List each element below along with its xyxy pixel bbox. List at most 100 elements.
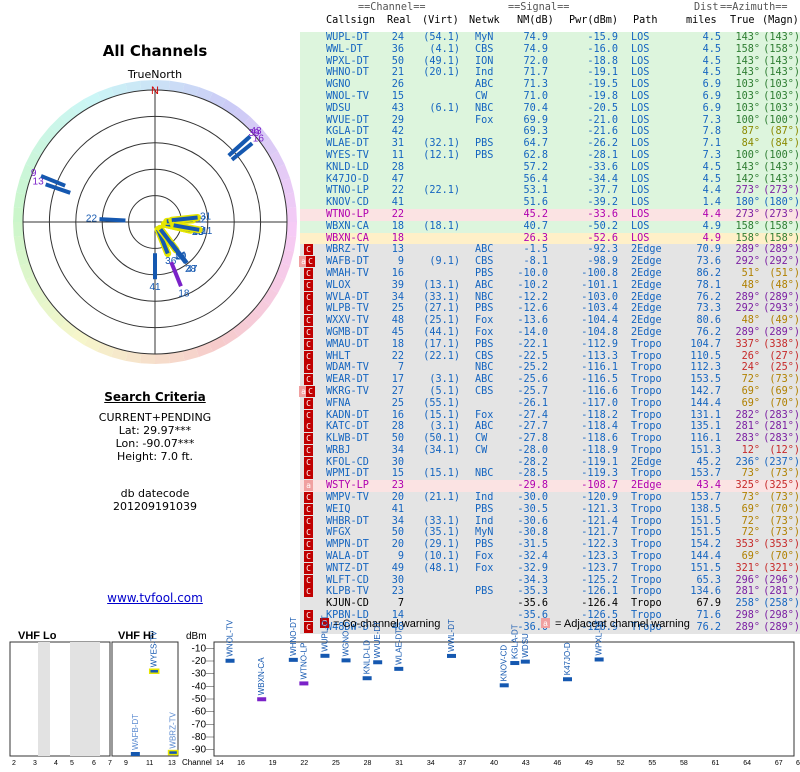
- table-row[interactable]: C WALA-DT 9 (10.1) Fox -32.4 -123.3 Tropo 144.4 6…: [300, 551, 800, 563]
- table-row[interactable]: C WMPN-DT 20 (29.1) PBS -31.5 -122.3 Tropo 154.2…: [300, 539, 800, 552]
- noise-margin-cell: -12.6: [517, 303, 548, 315]
- table-row[interactable]: C KLPB-TV 23 PBS -35.3 -126.1 Tropo 134.6 281° (2…: [300, 586, 800, 599]
- azimuth-magn-cell: (281°): [763, 421, 800, 433]
- network-cell: Fox: [475, 315, 494, 327]
- distance-cell: 73.3: [696, 303, 721, 315]
- callsign-cell: KATC-DT: [326, 421, 369, 433]
- cochannel-warning-icon: C: [304, 362, 313, 374]
- network-cell: Fox: [475, 114, 494, 126]
- noise-margin-cell: 74.9: [523, 32, 548, 43]
- azimuth-true-cell: 281°: [735, 421, 760, 433]
- table-row[interactable]: C KLWB-DT 50 (50.1) CW -27.8 -118.6 Tropo 116.1 2…: [300, 433, 800, 445]
- table-row[interactable]: C WFGX 50 (35.1) MyN -30.8 -121.7 Tropo 151.5 72°…: [300, 527, 800, 540]
- table-row[interactable]: C WLOX 39 (13.1) ABC -10.2 -101.1 2Edge 78.1 48° (…: [300, 279, 800, 292]
- azimuth-true-cell: 69°: [741, 397, 760, 409]
- table-row[interactable]: WHNO-DT 21 (20.1) Ind 71.7 -19.1 LOS 4.5 143° (14…: [300, 67, 800, 80]
- table-row[interactable]: WLAE-DT 31 (32.1) PBS 64.7 -26.2 LOS 7.1 84° (84°…: [300, 138, 800, 150]
- table-row[interactable]: C WDAM-TV 7 NBC -25.2 -116.1 Tropo 112.3 24° (25°…: [300, 362, 800, 375]
- table-row[interactable]: WUPL-DT 24 (54.1) MyN 74.9 -15.9 LOS 4.5 143° (14…: [300, 32, 800, 44]
- table-row[interactable]: a C WKRG-TV 27 (5.1) CBS -25.7 -116.6 Tropo 142.7…: [299, 385, 800, 398]
- noise-margin-cell: 71.7: [523, 67, 548, 79]
- table-row[interactable]: WVUE-DT 29 Fox 69.9 -21.0 LOS 7.3 100° (100°): [300, 114, 800, 127]
- azimuth-true-cell: 24°: [741, 362, 760, 374]
- table-row[interactable]: KNOV-CD 41 51.6 -39.2 LOS 1.4 180° (180°): [300, 197, 800, 209]
- cochannel-legend: = Co-channel warning: [333, 618, 440, 630]
- dbm-tick: -90: [192, 745, 207, 756]
- table-row[interactable]: C WLPB-TV 25 (27.1) PBS -12.6 -103.4 2Edge 73.3 2…: [300, 303, 800, 316]
- callsign-cell: WTNO-LP: [326, 208, 369, 220]
- table-row[interactable]: WBXN-CA 18 (18.1) 40.7 -50.2 LOS 4.9 158° (158°): [300, 220, 800, 233]
- real-channel-cell: 34: [391, 291, 404, 303]
- path-cell: LOS: [631, 185, 650, 197]
- path-cell: LOS: [631, 126, 650, 138]
- station-call-label: KGLA-DT: [510, 624, 519, 659]
- table-row[interactable]: C WFNA 25 (55.1) -26.1 -117.0 Tropo 144.4 69° (70…: [300, 397, 800, 410]
- noise-margin-cell: -26.1: [517, 397, 548, 409]
- callsign-cell: WBXN-CA: [326, 220, 369, 232]
- table-row[interactable]: C WXXV-TV 48 (25.1) Fox -13.6 -104.4 2Edge 80.6 4…: [300, 315, 800, 327]
- table-row[interactable]: C WMAU-DT 18 (17.1) PBS -22.1 -112.9 Tropo 104.7…: [300, 338, 800, 351]
- table-row[interactable]: WTNO-LP 22 45.2 -33.6 LOS 4.4 273° (273°): [300, 208, 800, 221]
- path-cell: 2Edge: [631, 456, 662, 468]
- table-row[interactable]: C WHBR-DT 34 (33.1) Ind -30.6 -121.4 Tropo 151.5…: [300, 515, 800, 528]
- table-row[interactable]: C KFOL-CD 30 -28.2 -119.1 2Edge 45.2 236° (237°): [300, 456, 800, 469]
- distance-cell: 144.4: [690, 397, 721, 409]
- distance-cell: 6.9: [702, 79, 721, 91]
- table-row[interactable]: C WEIQ 41 PBS -30.5 -121.3 Tropo 138.5 69° (70°): [300, 503, 800, 516]
- table-row[interactable]: C WRBJ 34 (34.1) CW -28.0 -118.9 Tropo 151.3 12° (…: [300, 444, 800, 457]
- noise-margin-cell: -28.0: [517, 444, 548, 456]
- table-row[interactable]: C WMAH-TV 16 PBS -10.0 -100.8 2Edge 86.2 51° (51°…: [300, 267, 800, 280]
- power-cell: -119.1: [581, 456, 618, 468]
- table-row[interactable]: WPXL-DT 50 (49.1) ION 72.0 -18.8 LOS 4.5 143° (14…: [300, 55, 800, 68]
- network-cell: PBS: [475, 338, 494, 350]
- power-cell: -117.0: [581, 397, 618, 409]
- table-row[interactable]: C WPMI-DT 15 (15.1) NBC -28.5 -119.3 Tropo 153.7…: [300, 468, 800, 481]
- real-channel-cell: 7: [397, 362, 404, 374]
- site-link[interactable]: www.tvfool.com: [0, 591, 310, 605]
- table-row[interactable]: C KATC-DT 28 (3.1) ABC -27.7 -118.4 Tropo 135.1 2…: [300, 421, 800, 434]
- table-row[interactable]: a WSTY-LP 23 -29.8 -108.7 2Edge 43.4 325° (325°): [300, 480, 800, 493]
- table-row[interactable]: WTNO-LP 22 (22.1) 53.1 -37.7 LOS 4.4 273° (273°): [300, 185, 800, 198]
- table-row[interactable]: C WGMB-DT 45 (44.1) Fox -14.0 -104.8 2Edge 76.2 2…: [300, 326, 800, 339]
- power-cell: -118.2: [581, 409, 618, 421]
- noise-margin-cell: 40.7: [523, 220, 548, 232]
- table-row[interactable]: C WMPV-TV 20 (21.1) Ind -30.0 -120.9 Tropo 153.7…: [300, 492, 800, 504]
- real-channel-cell: 18: [391, 232, 404, 244]
- table-row[interactable]: a C WAFB-DT 9 (9.1) CBS -8.1 -98.9 2Edge 73.6 292°…: [299, 256, 800, 268]
- table-row[interactable]: WGNO 26 ABC 71.3 -19.5 LOS 6.9 103° (103°): [300, 79, 800, 91]
- table-row[interactable]: C WNTZ-DT 49 (48.1) Fox -32.9 -123.7 Tropo 151.5…: [300, 562, 800, 575]
- table-row[interactable]: C KADN-DT 16 (15.1) Fox -27.4 -118.2 Tropo 131.1…: [300, 409, 800, 422]
- azimuth-magn-cell: (70°): [769, 503, 800, 515]
- table-row[interactable]: C WVLA-DT 34 (33.1) NBC -12.2 -103.0 2Edge 76.2 2…: [300, 291, 800, 304]
- station-spoke: [99, 217, 126, 223]
- table-row[interactable]: C WHLT 22 (22.1) CBS -22.5 -113.3 Tropo 110.5 26°…: [300, 350, 800, 363]
- table-row[interactable]: WNOL-TV 15 CW 71.0 -19.8 LOS 6.9 103° (103°): [300, 90, 800, 103]
- network-cell: CW: [475, 90, 488, 102]
- table-row[interactable]: WYES-TV 11 (12.1) PBS 62.8 -28.1 LOS 7.3 100° (10…: [300, 149, 800, 162]
- table-row[interactable]: WDSU 43 (6.1) NBC 70.4 -20.5 LOS 6.9 103° (103°): [300, 102, 800, 115]
- distance-cell: 4.5: [702, 173, 721, 185]
- table-row[interactable]: K47JO-D 47 56.4 -34.4 LOS 4.5 142° (143°): [300, 173, 800, 186]
- table-row[interactable]: WWL-DT 36 (4.1) CBS 74.9 -16.0 LOS 4.5 158° (158°…: [300, 43, 800, 56]
- table-row[interactable]: KGLA-DT 42 69.3 -21.6 LOS 7.8 87° (87°): [300, 126, 800, 139]
- virtual-channel-cell: (33.1): [423, 515, 460, 527]
- table-row[interactable]: WBXN-CA 18 26.3 -52.6 LOS 4.9 158° (158°): [300, 232, 800, 245]
- table-row[interactable]: KJUN-CD 7 -35.6 -126.4 Tropo 67.9 258° (258°): [300, 598, 800, 611]
- callsign-cell: KFOL-CD: [326, 456, 369, 468]
- table-row[interactable]: KNLD-LD 28 57.2 -33.6 LOS 4.5 143° (143°): [300, 161, 800, 174]
- real-channel-cell: 50: [391, 55, 404, 67]
- uhf-tick: 22: [300, 760, 308, 767]
- table-row[interactable]: C WBRZ-TV 13 ABC -1.5 -92.3 2Edge 70.9 289° (289°…: [300, 244, 800, 257]
- noise-margin-cell: 62.8: [523, 149, 548, 161]
- table-row[interactable]: C WEAR-DT 17 (3.1) ABC -25.6 -116.5 Tropo 153.5 7…: [300, 374, 800, 386]
- real-channel-cell: 23: [391, 480, 404, 492]
- vhf-lo-tick: 6: [92, 760, 96, 767]
- cochannel-warning-icon: C: [304, 433, 313, 445]
- power-cell: -104.4: [581, 315, 618, 327]
- power-cell: -21.0: [587, 114, 618, 126]
- station-call-label: WTNO-LP: [299, 643, 308, 680]
- power-cell: -121.3: [581, 503, 618, 515]
- azimuth-true-cell: 143°: [735, 55, 760, 67]
- azimuth-true-cell: 26°: [741, 350, 760, 362]
- table-row[interactable]: C WLFT-CD 30 -34.3 -125.2 Tropo 65.3 296° (296°): [300, 574, 800, 587]
